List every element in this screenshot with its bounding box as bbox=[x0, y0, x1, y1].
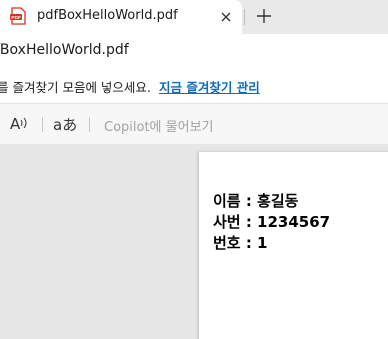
favorites-prompt-text: 를 즐겨찾기 모음에 넣으세요. bbox=[0, 80, 151, 95]
address-bar[interactable]: fBoxHelloWorld.pdf bbox=[0, 34, 388, 66]
read-aloud-label: A bbox=[10, 115, 21, 133]
plus-icon bbox=[257, 8, 271, 27]
copilot-ask-input[interactable]: Copilot에 물어보기 bbox=[104, 116, 214, 135]
tab-separator bbox=[244, 9, 245, 25]
translate-button[interactable]: aあ bbox=[53, 114, 77, 134]
tab-strip: PDF pdfBoxHelloWorld.pdf bbox=[0, 0, 388, 34]
pdf-text-line-number: 번호 : 1 bbox=[213, 234, 268, 252]
pdf-file-icon: PDF bbox=[10, 7, 26, 25]
toolbar-separator bbox=[42, 117, 43, 132]
pdf-viewer[interactable]: 이름 : 홍길동 사번 : 1234567 번호 : 1 bbox=[0, 144, 388, 339]
toolbar-separator bbox=[89, 117, 90, 132]
svg-text:PDF: PDF bbox=[11, 15, 21, 21]
read-aloud-button[interactable]: A bbox=[10, 114, 29, 134]
tab-title: pdfBoxHelloWorld.pdf bbox=[37, 8, 178, 23]
new-tab-button[interactable] bbox=[252, 5, 276, 29]
read-aloud-icon bbox=[20, 115, 29, 133]
tab-pdf[interactable]: PDF pdfBoxHelloWorld.pdf bbox=[0, 0, 242, 34]
translate-icon: aあ bbox=[53, 115, 78, 134]
url-text[interactable]: fBoxHelloWorld.pdf bbox=[0, 42, 129, 58]
pdf-text-line-employee-id: 사번 : 1234567 bbox=[213, 213, 331, 231]
favorites-bar-prompt: 를 즐겨찾기 모음에 넣으세요. 지금 즐겨찾기 관리 bbox=[0, 66, 388, 104]
pdf-text-line-name: 이름 : 홍길동 bbox=[213, 192, 299, 210]
close-icon[interactable] bbox=[216, 7, 236, 27]
pdf-toolbar: A aあ Copilot에 물어보기 bbox=[0, 104, 388, 144]
manage-favorites-link[interactable]: 지금 즐겨찾기 관리 bbox=[159, 77, 260, 96]
pdf-page: 이름 : 홍길동 사번 : 1234567 번호 : 1 bbox=[199, 152, 388, 339]
